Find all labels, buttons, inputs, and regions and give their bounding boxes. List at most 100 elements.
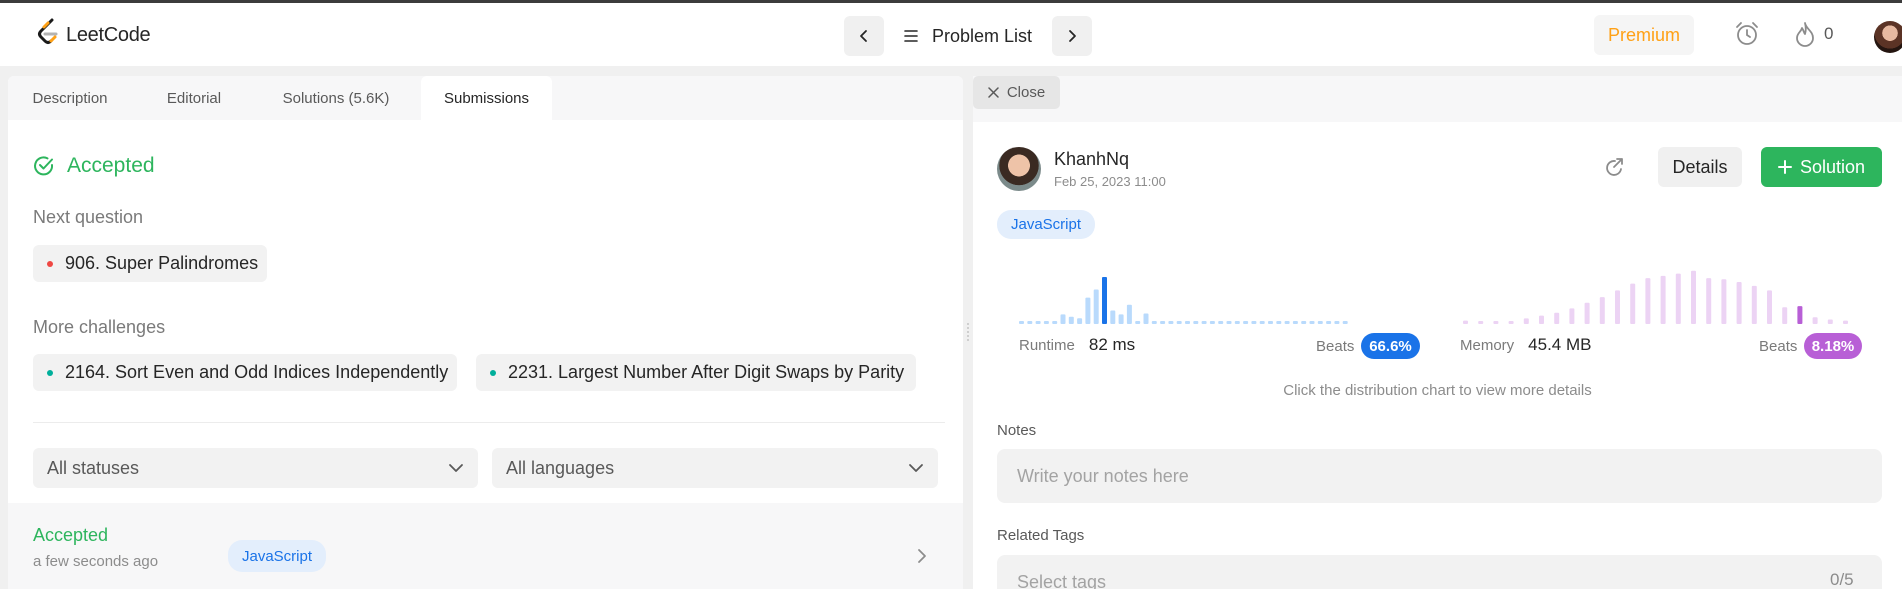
chevron-left-icon [860,30,867,42]
runtime-bar [1226,321,1232,324]
close-label: Close [1006,84,1046,101]
memory-value: 45.4 MB [1528,335,1592,354]
challenge-title: 2164. Sort Even and Odd Indices Independ… [65,362,449,382]
problem-list-button[interactable]: Problem List [904,21,1032,51]
runtime-bar [1110,310,1116,324]
memory-bar [1523,318,1529,324]
leetcode-logo[interactable]: LeetCode [36,18,151,51]
memory-bar [1463,320,1468,324]
runtime-bar [1151,321,1157,324]
user-avatar[interactable] [997,147,1041,191]
table-row[interactable]: Accepted a few seconds ago JavaScript [8,503,963,589]
left-panel: Description Editorial Solutions (5.6K) S… [8,76,963,589]
solution-button[interactable]: Solution [1761,147,1882,187]
streak-count: 0 [1824,24,1834,43]
tags-select[interactable] [997,555,1882,589]
language-filter-select[interactable]: All languages [492,448,938,488]
chart-hint: Click the distribution chart to view mor… [1283,382,1592,399]
runtime-bar [1019,321,1024,324]
runtime-bar [1301,321,1307,324]
prev-problem-button[interactable] [844,16,884,56]
language-badge: JavaScript [997,210,1095,239]
submission-time: a few seconds ago [33,553,159,570]
difficulty-dot [47,369,53,376]
submission-status: Accepted [33,525,109,545]
top-navbar: LeetCode Problem List Premium 0 [0,3,1902,67]
memory-histogram[interactable] [1463,248,1863,328]
runtime-bar [1201,321,1207,324]
runtime-bar [1126,304,1132,324]
memory-beats-badge: 8.18% [1804,333,1862,359]
plus-icon [1777,160,1792,174]
notes-input[interactable] [997,449,1882,503]
difficulty-dot [47,260,53,267]
chevron-right-icon [916,547,928,565]
tab-editorial[interactable]: Editorial [132,76,256,120]
tags-count: 0/5 [1830,570,1854,589]
runtime-bar [1292,321,1298,324]
runtime-bar [1342,321,1348,324]
share-button[interactable] [1604,157,1626,179]
memory-bar [1691,270,1696,324]
details-button[interactable]: Details [1658,147,1742,187]
memory-bar [1554,312,1560,324]
runtime-bar [1052,321,1058,324]
next-question-title: 906. Super Palindromes [65,253,259,273]
challenge-chip[interactable]: 2164. Sort Even and Odd Indices Independ… [33,354,457,391]
status-filter-select[interactable]: All statuses [33,448,478,488]
memory-bar [1736,282,1742,324]
memory-bar [1599,297,1605,324]
runtime-histogram[interactable] [1019,248,1399,328]
runtime-bar [1317,321,1323,324]
memory-bar [1630,283,1636,324]
runtime-bar [1209,321,1215,324]
runtime-bar [1334,321,1340,324]
memory-bar [1539,315,1544,324]
divider [33,422,945,423]
drag-handle-icon [967,322,969,343]
next-problem-button[interactable] [1052,16,1092,56]
panel-resize-handle[interactable] [963,76,973,589]
related-tags-label: Related Tags [997,527,1085,544]
runtime-bar [1251,321,1257,324]
runtime-bar [1085,297,1091,324]
runtime-bar [1077,318,1083,324]
runtime-bar [1185,321,1190,324]
submission-date: Feb 25, 2023 11:00 [1054,174,1166,189]
next-question-chip[interactable]: 906. Super Palindromes [33,245,267,282]
submission-language-badge: JavaScript [228,540,326,572]
left-tab-bar: Description Editorial Solutions (5.6K) S… [8,76,963,120]
tab-solutions[interactable]: Solutions (5.6K) [256,76,416,120]
next-question-label: Next question [33,207,144,227]
runtime-beats-badge: 66.6% [1361,333,1420,359]
memory-bar [1782,307,1788,324]
runtime-bar [1027,321,1033,324]
runtime-bar [1060,314,1066,324]
challenge-chip[interactable]: 2231. Largest Number After Digit Swaps b… [476,354,916,391]
memory-bar [1812,317,1818,324]
chevron-down-icon [909,464,923,472]
runtime-bar [1035,321,1041,324]
memory-bar [1751,285,1757,324]
runtime-bar [1234,321,1240,324]
timer-button[interactable] [1734,21,1760,47]
runtime-value: 82 ms [1088,335,1136,354]
alarm-clock-icon [1736,22,1758,45]
avatar[interactable] [1874,21,1902,53]
username[interactable]: KhanhNq [1054,149,1129,170]
runtime-bar [1102,276,1107,324]
right-tab-bar: Close [973,76,1902,122]
result-heading: Accepted [33,154,155,178]
close-button[interactable]: Close [973,76,1060,109]
premium-button[interactable]: Premium [1594,15,1694,55]
tab-description[interactable]: Description [8,76,132,120]
runtime-bar [1168,321,1174,324]
runtime-bar [1326,321,1332,324]
runtime-beats-label: Beats [1316,338,1355,355]
memory-bar [1827,319,1833,324]
tab-submissions[interactable]: Submissions [421,76,552,120]
memory-bar [1797,306,1803,324]
runtime-bar [1160,321,1166,324]
runtime-bar [1259,321,1265,324]
streak-button[interactable]: 0 [1794,21,1833,47]
